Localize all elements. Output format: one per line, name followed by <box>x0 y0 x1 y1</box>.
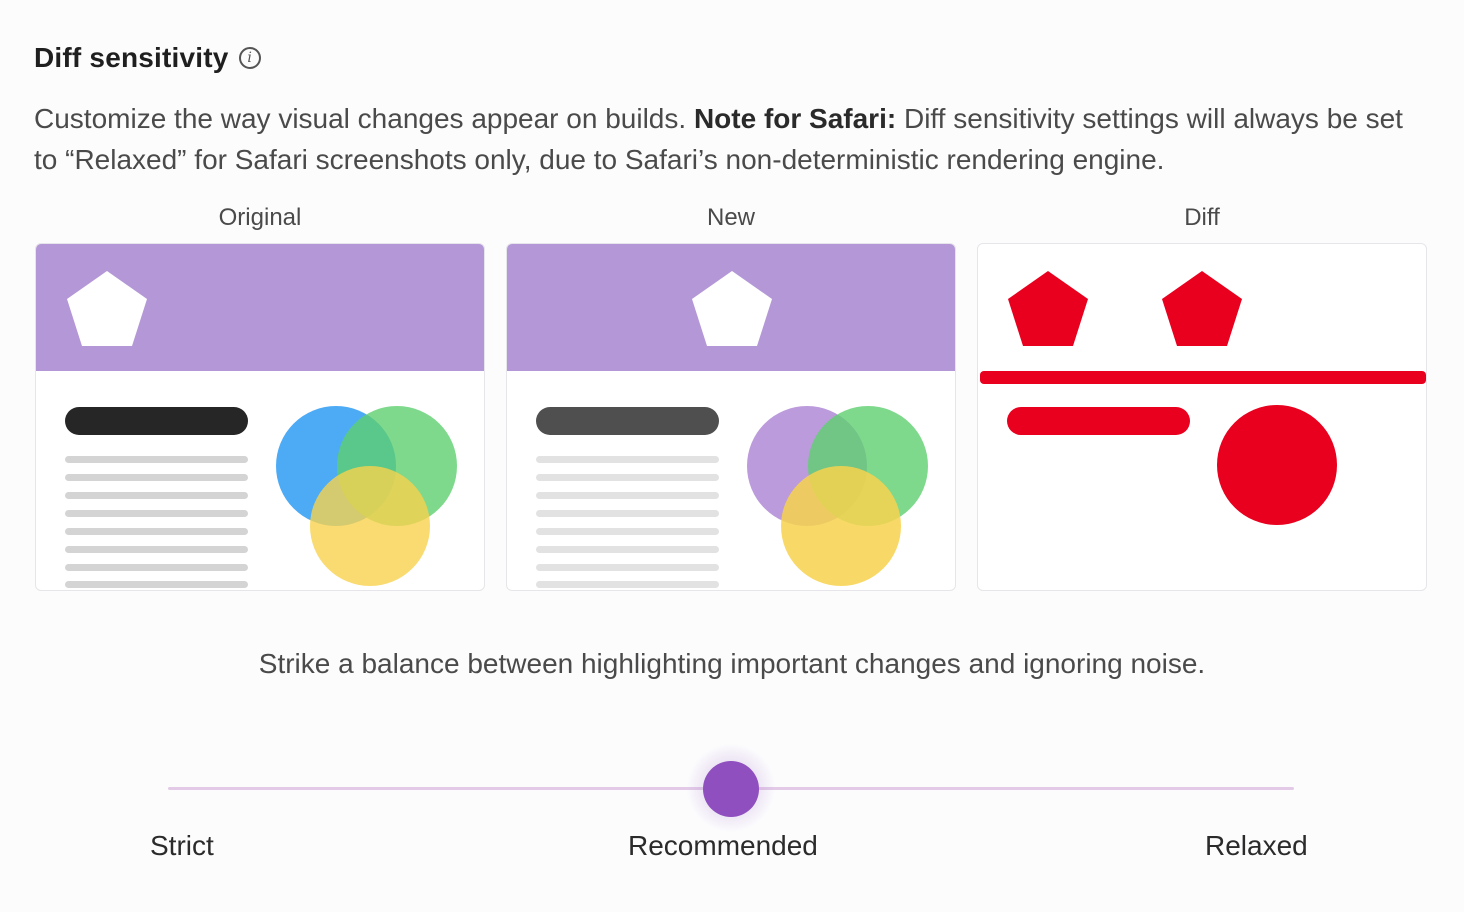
slider-stop-strict[interactable]: Strict <box>150 830 214 862</box>
text-lines <box>65 456 248 588</box>
diff-header-edge <box>980 371 1426 384</box>
panel-label-original: Original <box>218 204 302 231</box>
section-title: Diff sensitivity <box>34 42 229 73</box>
panel-label-diff: Diff <box>1184 204 1220 231</box>
panel-label-new: New <box>706 204 755 231</box>
diff-pentagon-left <box>1008 271 1088 346</box>
tagline: Strike a balance between highlighting im… <box>258 648 1206 679</box>
section-description: Customize the way visual changes appear … <box>34 98 1434 180</box>
info-icon[interactable]: i <box>238 47 261 69</box>
diff-preview <box>977 243 1427 591</box>
diff-title-bar <box>1007 407 1190 435</box>
original-preview <box>35 243 485 591</box>
sensitivity-slider-thumb[interactable] <box>703 761 759 817</box>
venn-circles <box>747 406 928 586</box>
diff-pentagon-right <box>1162 271 1242 346</box>
safari-note-label: Note for Safari: <box>693 103 897 134</box>
slider-stop-relaxed[interactable]: Relaxed <box>1205 830 1308 862</box>
description-text: Customize the way visual changes appear … <box>34 103 694 134</box>
title-bar <box>65 407 248 435</box>
new-preview <box>506 243 956 591</box>
diff-circle <box>1217 405 1337 525</box>
section-heading: Diff sensitivity i <box>34 42 261 74</box>
slider-stop-recommended[interactable]: Recommended <box>628 830 818 862</box>
text-lines <box>536 456 719 588</box>
venn-circles <box>276 406 457 586</box>
title-bar <box>536 407 719 435</box>
